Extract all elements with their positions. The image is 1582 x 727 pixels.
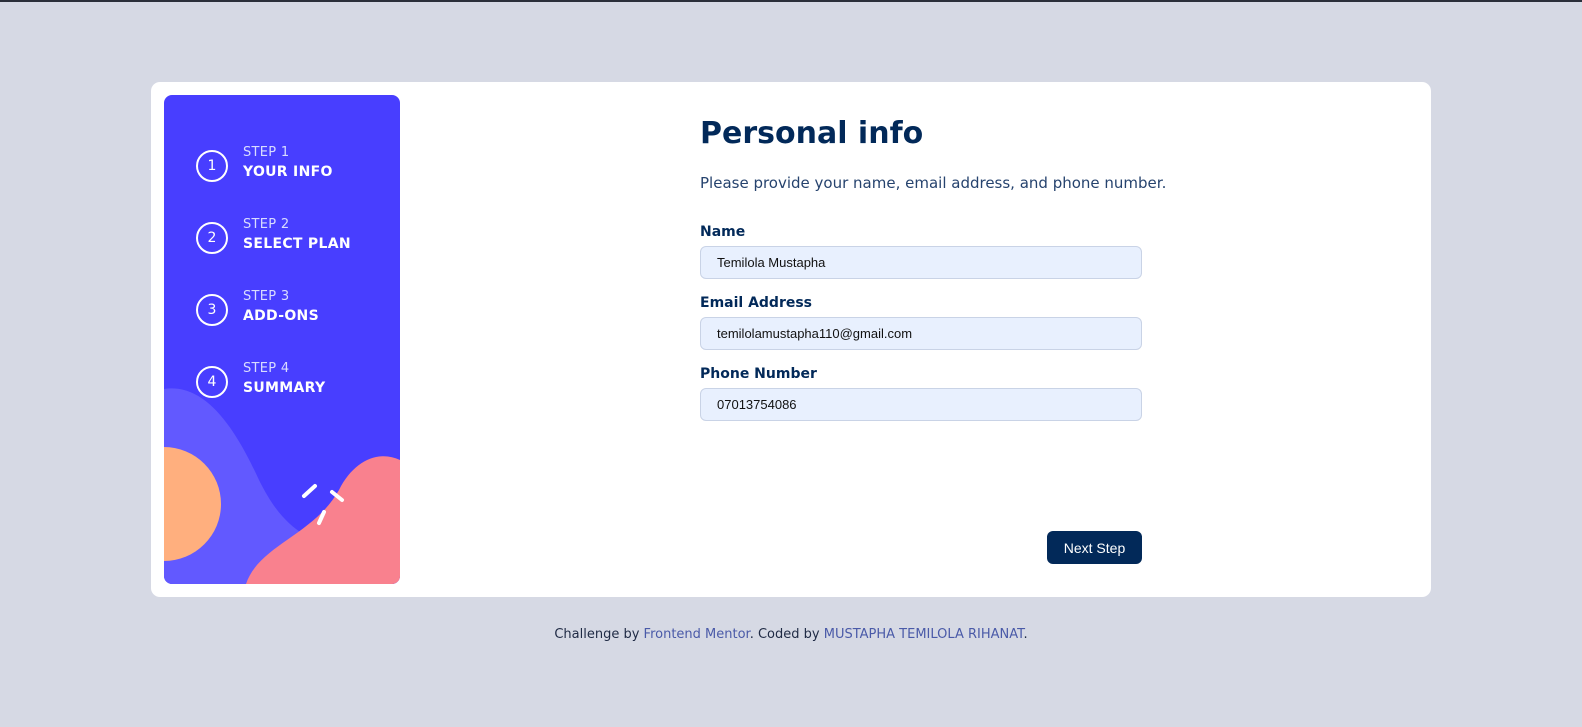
personal-info-form: Personal info Please provide your name, … xyxy=(700,82,1166,597)
step-name-text: ADD-ONS xyxy=(243,308,319,324)
sidebar-step-1[interactable]: 1 STEP 1 YOUR INFO xyxy=(196,145,386,189)
phone-field[interactable] xyxy=(700,388,1142,421)
step-number: 1 xyxy=(196,150,228,182)
sparkle-line-1 xyxy=(302,484,317,498)
step-label: STEP 2 SELECT PLAN xyxy=(243,217,351,252)
step-label: STEP 3 ADD-ONS xyxy=(243,289,319,324)
name-label: Name xyxy=(700,224,746,240)
email-label: Email Address xyxy=(700,295,813,311)
frontend-mentor-link[interactable]: Frontend Mentor xyxy=(644,627,750,642)
sidebar-step-4[interactable]: 4 STEP 4 SUMMARY xyxy=(196,361,386,405)
steps-sidebar: 1 STEP 1 YOUR INFO 2 STEP 2 SELECT PLAN … xyxy=(164,95,400,584)
step-index-text: STEP 4 xyxy=(243,361,290,376)
form-card: 1 STEP 1 YOUR INFO 2 STEP 2 SELECT PLAN … xyxy=(151,82,1431,597)
name-field[interactable] xyxy=(700,246,1142,279)
step-number: 4 xyxy=(196,366,228,398)
step-name-text: YOUR INFO xyxy=(243,164,333,180)
step-name-text: SELECT PLAN xyxy=(243,236,351,252)
sidebar-step-2[interactable]: 2 STEP 2 SELECT PLAN xyxy=(196,217,386,261)
footer-prefix: Challenge by xyxy=(554,627,644,642)
phone-label: Phone Number xyxy=(700,366,817,382)
email-field[interactable] xyxy=(700,317,1142,350)
step-name-text: SUMMARY xyxy=(243,380,326,396)
step-number: 2 xyxy=(196,222,228,254)
page-title: Personal info xyxy=(700,116,924,151)
step-number: 3 xyxy=(196,294,228,326)
step-label: STEP 1 YOUR INFO xyxy=(243,145,333,180)
footer-middle: . Coded by xyxy=(749,627,824,642)
sidebar-step-3[interactable]: 3 STEP 3 ADD-ONS xyxy=(196,289,386,333)
footer-suffix: . xyxy=(1023,627,1028,642)
author-link[interactable]: MUSTAPHA TEMILOLA RIHANAT xyxy=(824,627,1024,642)
step-label: STEP 4 SUMMARY xyxy=(243,361,325,396)
page-subtitle: Please provide your name, email address,… xyxy=(700,174,1167,192)
step-index-text: STEP 1 xyxy=(243,145,290,160)
next-step-button[interactable]: Next Step xyxy=(1047,531,1142,564)
step-index-text: STEP 3 xyxy=(243,289,290,304)
step-index-text: STEP 2 xyxy=(243,217,290,232)
attribution-footer: Challenge by Frontend Mentor. Coded by M… xyxy=(0,627,1582,642)
window-top-border xyxy=(0,0,1582,2)
